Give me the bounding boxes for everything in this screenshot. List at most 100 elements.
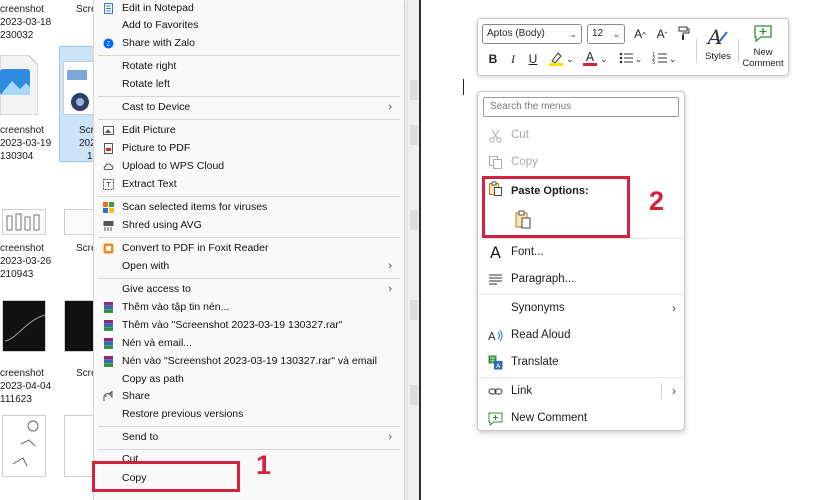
menu-item-rotate-right[interactable]: Rotate right — [94, 58, 404, 75]
menu-separator — [478, 294, 684, 295]
svg-text:A: A — [706, 25, 722, 48]
chevron-right-icon: › — [388, 101, 392, 113]
menu-item-cast-to-device[interactable]: Cast to Device › — [94, 99, 404, 116]
file-item[interactable]: creenshot 2023-03-19 130304 — [0, 54, 51, 165]
menu-item-rotate-left[interactable]: Rotate left — [94, 76, 404, 93]
menu-item-label: Rotate right — [122, 60, 177, 72]
font-size-value: 12 — [592, 28, 604, 39]
styles-icon: A⌄ — [706, 25, 735, 49]
menu-item-cut[interactable]: Cut — [478, 124, 684, 146]
menu-item-label: Read Aloud — [511, 329, 571, 341]
file-item[interactable]: creenshot 2023-04-04 111623 — [0, 297, 51, 407]
explorer-panel: creenshot 2023-03-18 230032 creenshot 20… — [0, 0, 419, 500]
file-item[interactable]: creenshot 2023-03-26 210943 — [0, 205, 51, 285]
menu-item-send-to[interactable]: Send to › — [94, 429, 404, 446]
menu-item-compress-email[interactable]: Nén và email... — [94, 335, 404, 352]
menu-item-synonyms[interactable]: Synonyms › — [478, 297, 684, 319]
file-item[interactable]: creenshot 2023-03-18 230032 — [0, 0, 51, 50]
file-name: creenshot — [0, 125, 44, 136]
menu-item-extract-text[interactable]: T Extract Text — [94, 176, 404, 193]
pdf-icon — [103, 143, 114, 154]
menu-item-label: Edit in Notepad — [122, 2, 194, 14]
menu-item-read-aloud[interactable]: A Read Aloud — [478, 324, 684, 346]
new-comment-button[interactable]: New Comment — [740, 22, 786, 69]
bullets-button[interactable]: ⌄ — [618, 50, 644, 69]
file-item[interactable]: Scre — [62, 0, 97, 40]
file-item-selected[interactable]: Scre 2023-03-19 1 — [59, 46, 130, 162]
format-painter-button[interactable] — [676, 25, 692, 44]
font-color-button[interactable]: A ⌄ — [582, 50, 610, 69]
menu-item-label: Rotate left — [122, 78, 170, 90]
word-panel: Aptos (Body) ⌄ 12 ⌄ A^ Aˇ B I U ⌄ A ⌄ ⌄ 1… — [421, 0, 840, 500]
menu-item-label: Open with — [122, 260, 170, 272]
menu-item-label: Share — [122, 390, 151, 402]
menu-item-shred-avg[interactable]: Shred using AVG — [94, 217, 404, 234]
menu-item-upload-to-wps-cloud[interactable]: Upload to WPS Cloud — [94, 158, 404, 175]
shred-icon — [103, 220, 114, 231]
styles-button[interactable]: A⌄ Styles — [700, 24, 736, 62]
menu-item-edit-picture[interactable]: Edit Picture — [94, 122, 404, 139]
scissors-icon — [488, 128, 503, 143]
menu-item-label: Translate — [511, 356, 559, 368]
new-comment-label-line2: Comment — [742, 58, 784, 69]
menu-item-add-to-favorites[interactable]: Add to Favorites — [94, 17, 404, 34]
menu-item-label: Convert to PDF in Foxit Reader — [122, 242, 269, 254]
file-time: 230032 — [0, 30, 34, 41]
menu-item-picture-to-pdf[interactable]: Picture to PDF — [94, 140, 404, 157]
chevron-right-icon: › — [388, 431, 392, 443]
file-item[interactable]: Scre — [62, 297, 97, 397]
numbered-list-icon: 123 — [652, 52, 667, 66]
highlight-box-paste-options — [482, 176, 630, 238]
menu-item-copy-as-path[interactable]: Copy as path — [94, 371, 404, 388]
menu-item-copy[interactable]: Copy — [478, 151, 684, 173]
chevron-down-icon: ⌄ — [635, 54, 643, 64]
menu-item-add-to-rar[interactable]: Thêm vào "Screenshot 2023-03-19 130327.r… — [94, 317, 404, 334]
chevron-down-icon: ⌄ — [569, 29, 577, 39]
font-color-icon: A — [583, 50, 597, 66]
file-item[interactable]: Scre — [62, 205, 97, 265]
menu-item-label: Picture to PDF — [122, 142, 191, 154]
menu-item-label: Shred using AVG — [122, 219, 202, 231]
file-time: 130304 — [0, 151, 34, 162]
font-size-dropdown[interactable]: 12 ⌄ — [587, 24, 625, 44]
svg-text:A: A — [488, 330, 496, 343]
menu-item-font[interactable]: A Font... — [478, 241, 684, 263]
menu-item-share-with-zalo[interactable]: Z Share with Zalo — [94, 35, 404, 52]
italic-button[interactable]: I — [506, 52, 520, 66]
file-thumbnail — [64, 300, 96, 352]
image-file-icon — [0, 54, 39, 116]
bold-button[interactable]: B — [486, 52, 500, 66]
underline-button[interactable]: U — [526, 52, 540, 66]
menu-item-compress-rar-email[interactable]: Nén vào "Screenshot 2023-03-19 130327.ra… — [94, 353, 404, 370]
menu-item-restore-previous-versions[interactable]: Restore previous versions — [94, 406, 404, 423]
highlight-button[interactable]: ⌄ — [548, 50, 576, 69]
winrar-icon — [103, 302, 114, 313]
menu-item-scan-viruses[interactable]: Scan selected items for viruses — [94, 199, 404, 216]
shrink-font-button[interactable]: Aˇ — [654, 27, 670, 43]
menu-item-link[interactable]: Link › — [478, 380, 684, 402]
grow-font-button[interactable]: A^ — [632, 27, 648, 43]
menu-separator — [98, 196, 400, 197]
menu-item-open-with[interactable]: Open with › — [94, 258, 404, 275]
strip-mark — [410, 125, 418, 145]
numbering-button[interactable]: 1 2 3 ⌄ — [652, 50, 678, 69]
strip-mark — [410, 210, 418, 230]
menu-item-add-to-archive[interactable]: Thêm vào tập tin nén... — [94, 299, 404, 316]
menu-item-share[interactable]: Share — [94, 388, 404, 405]
extract-text-icon: T — [103, 179, 114, 190]
menu-item-translate[interactable]: 字A Translate — [478, 351, 684, 373]
file-item[interactable] — [62, 415, 96, 500]
explorer-context-menu: Edit in Notepad Add to Favorites Z Share… — [93, 0, 405, 500]
menu-item-convert-foxit[interactable]: Convert to PDF in Foxit Reader — [94, 240, 404, 257]
menu-item-edit-in-notepad[interactable]: Edit in Notepad — [94, 0, 404, 17]
menu-item-give-access-to[interactable]: Give access to › — [94, 281, 404, 298]
menu-item-new-comment[interactable]: New Comment — [478, 407, 684, 429]
menu-item-paragraph[interactable]: Paragraph... — [478, 268, 684, 290]
font-name-dropdown[interactable]: Aptos (Body) ⌄ — [482, 24, 582, 44]
menu-separator — [98, 449, 400, 450]
menu-item-label: Cut — [511, 129, 529, 141]
search-menus-input[interactable]: Search the menus — [483, 97, 679, 117]
file-thumbnail — [2, 209, 46, 235]
file-item[interactable] — [0, 415, 50, 500]
strip-mark — [410, 80, 418, 100]
